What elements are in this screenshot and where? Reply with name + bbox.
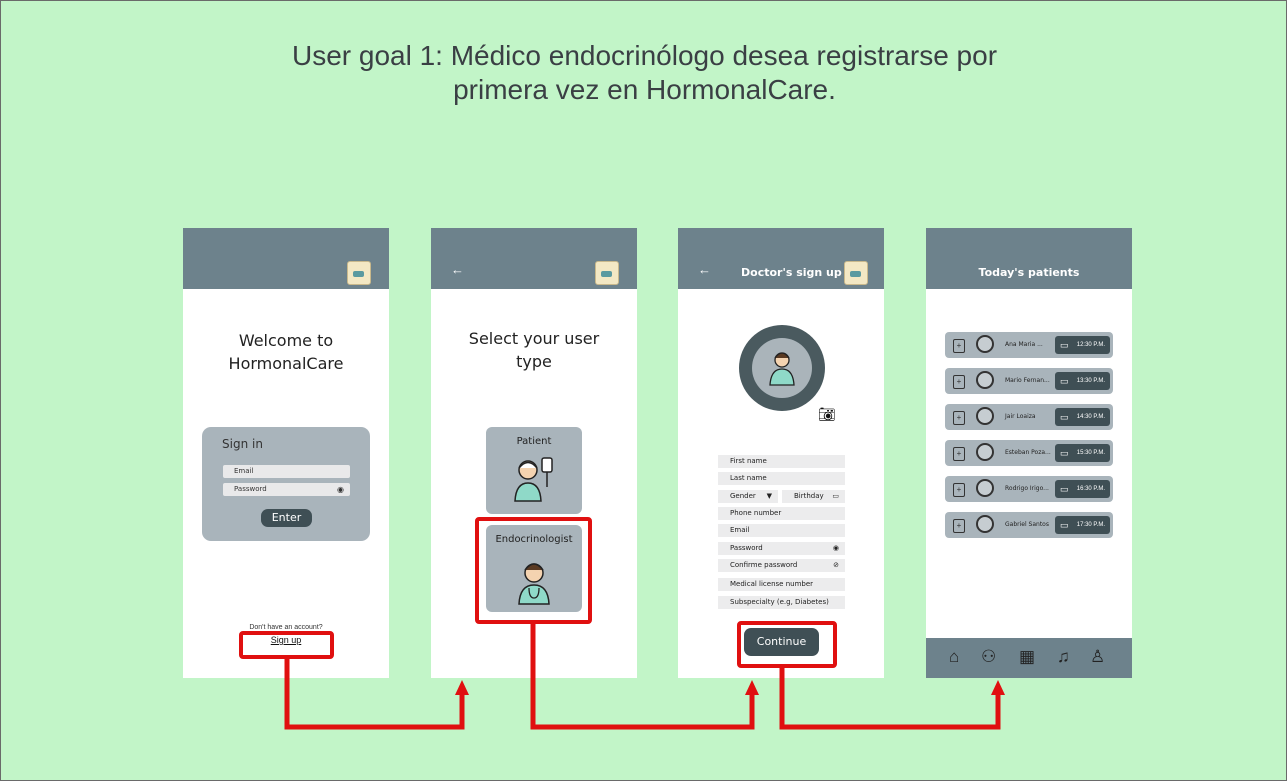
arrow-1 xyxy=(284,659,465,730)
arrowhead-2 xyxy=(745,680,759,695)
arrowhead-1 xyxy=(455,680,469,695)
arrowhead-3 xyxy=(991,680,1005,695)
arrow-3 xyxy=(779,668,1001,730)
arrow-2 xyxy=(530,624,755,730)
storyboard-canvas: User goal 1: Médico endocrinólogo desea … xyxy=(0,0,1287,781)
flow-arrows xyxy=(284,624,1005,730)
